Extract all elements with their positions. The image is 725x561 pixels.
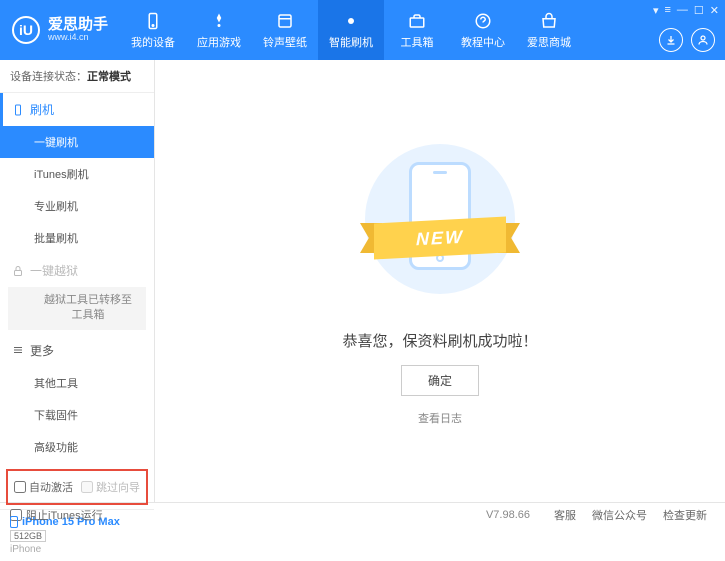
version-label: V7.98.66 — [486, 509, 530, 521]
main-content: NEW 恭喜您，保资料刷机成功啦！ 确定 查看日志 — [155, 60, 725, 502]
window-controls: ▾ ≡ — ☐ ✕ — [653, 4, 719, 17]
section-more[interactable]: 更多 — [0, 334, 154, 367]
checks-box: 自动激活 跳过向导 — [6, 469, 148, 505]
media-icon — [275, 11, 295, 31]
sidebar-pro-flash[interactable]: 专业刷机 — [0, 190, 154, 222]
sidebar-oneclick-flash[interactable]: 一键刷机 — [0, 126, 154, 158]
nav-my-device[interactable]: 我的设备 — [120, 0, 186, 60]
nav-apps[interactable]: 应用游戏 — [186, 0, 252, 60]
chk-block-itunes[interactable]: 阻止iTunes运行 — [10, 507, 103, 523]
phone-small-icon — [10, 516, 18, 528]
footer-wechat[interactable]: 微信公众号 — [592, 507, 647, 523]
jailbreak-note: 越狱工具已转移至工具箱 — [8, 287, 146, 330]
minimize-icon[interactable]: — — [677, 4, 688, 17]
close-icon[interactable]: ✕ — [710, 4, 719, 17]
toolbox-icon — [407, 11, 427, 31]
device-icon — [143, 11, 163, 31]
device-type: iPhone — [10, 544, 144, 555]
ok-button[interactable]: 确定 — [401, 365, 479, 396]
section-jailbreak[interactable]: 一键越狱 — [0, 254, 154, 287]
menu-icon[interactable]: ▾ — [653, 4, 659, 17]
section-flash[interactable]: 刷机 — [0, 93, 154, 126]
logo-area: iU 爱思助手 www.i4.cn — [0, 16, 120, 44]
apps-icon — [209, 11, 229, 31]
footer-update[interactable]: 检查更新 — [663, 507, 707, 523]
top-nav: 我的设备 应用游戏 铃声壁纸 智能刷机 工具箱 教程中心 爱思商城 — [120, 0, 582, 60]
logo-icon: iU — [12, 16, 40, 44]
nav-ringtones[interactable]: 铃声壁纸 — [252, 0, 318, 60]
nav-flash[interactable]: 智能刷机 — [318, 0, 384, 60]
header-right — [659, 28, 715, 52]
device-capacity: 512GB — [10, 530, 46, 542]
lock-icon — [12, 265, 24, 277]
header: iU 爱思助手 www.i4.cn 我的设备 应用游戏 铃声壁纸 智能刷机 工具… — [0, 0, 725, 60]
sidebar: 设备连接状态：正常模式 刷机 一键刷机 iTunes刷机 专业刷机 批量刷机 一… — [0, 60, 155, 502]
phone-icon — [12, 104, 24, 116]
help-icon — [473, 11, 493, 31]
sidebar-download-fw[interactable]: 下载固件 — [0, 399, 154, 431]
success-message: 恭喜您，保资料刷机成功啦！ — [342, 330, 537, 351]
nav-store[interactable]: 爱思商城 — [516, 0, 582, 60]
nav-tutorials[interactable]: 教程中心 — [450, 0, 516, 60]
chk-skip-guide[interactable]: 跳过向导 — [81, 479, 140, 495]
chk-auto-activate[interactable]: 自动激活 — [14, 479, 73, 495]
list-icon[interactable]: ≡ — [664, 4, 670, 17]
view-log-link[interactable]: 查看日志 — [418, 410, 462, 426]
maximize-icon[interactable]: ☐ — [694, 4, 704, 17]
footer-support[interactable]: 客服 — [554, 507, 576, 523]
sidebar-batch-flash[interactable]: 批量刷机 — [0, 222, 154, 254]
nav-tools[interactable]: 工具箱 — [384, 0, 450, 60]
sidebar-other-tools[interactable]: 其他工具 — [0, 367, 154, 399]
flash-icon — [341, 11, 361, 31]
connection-status: 设备连接状态：正常模式 — [0, 60, 154, 93]
sidebar-advanced[interactable]: 高级功能 — [0, 431, 154, 463]
user-button[interactable] — [691, 28, 715, 52]
more-icon — [12, 344, 24, 356]
download-button[interactable] — [659, 28, 683, 52]
app-title: 爱思助手 — [48, 17, 108, 32]
success-illustration: NEW — [350, 136, 530, 316]
store-icon — [539, 11, 559, 31]
app-url: www.i4.cn — [48, 32, 108, 43]
sidebar-itunes-flash[interactable]: iTunes刷机 — [0, 158, 154, 190]
